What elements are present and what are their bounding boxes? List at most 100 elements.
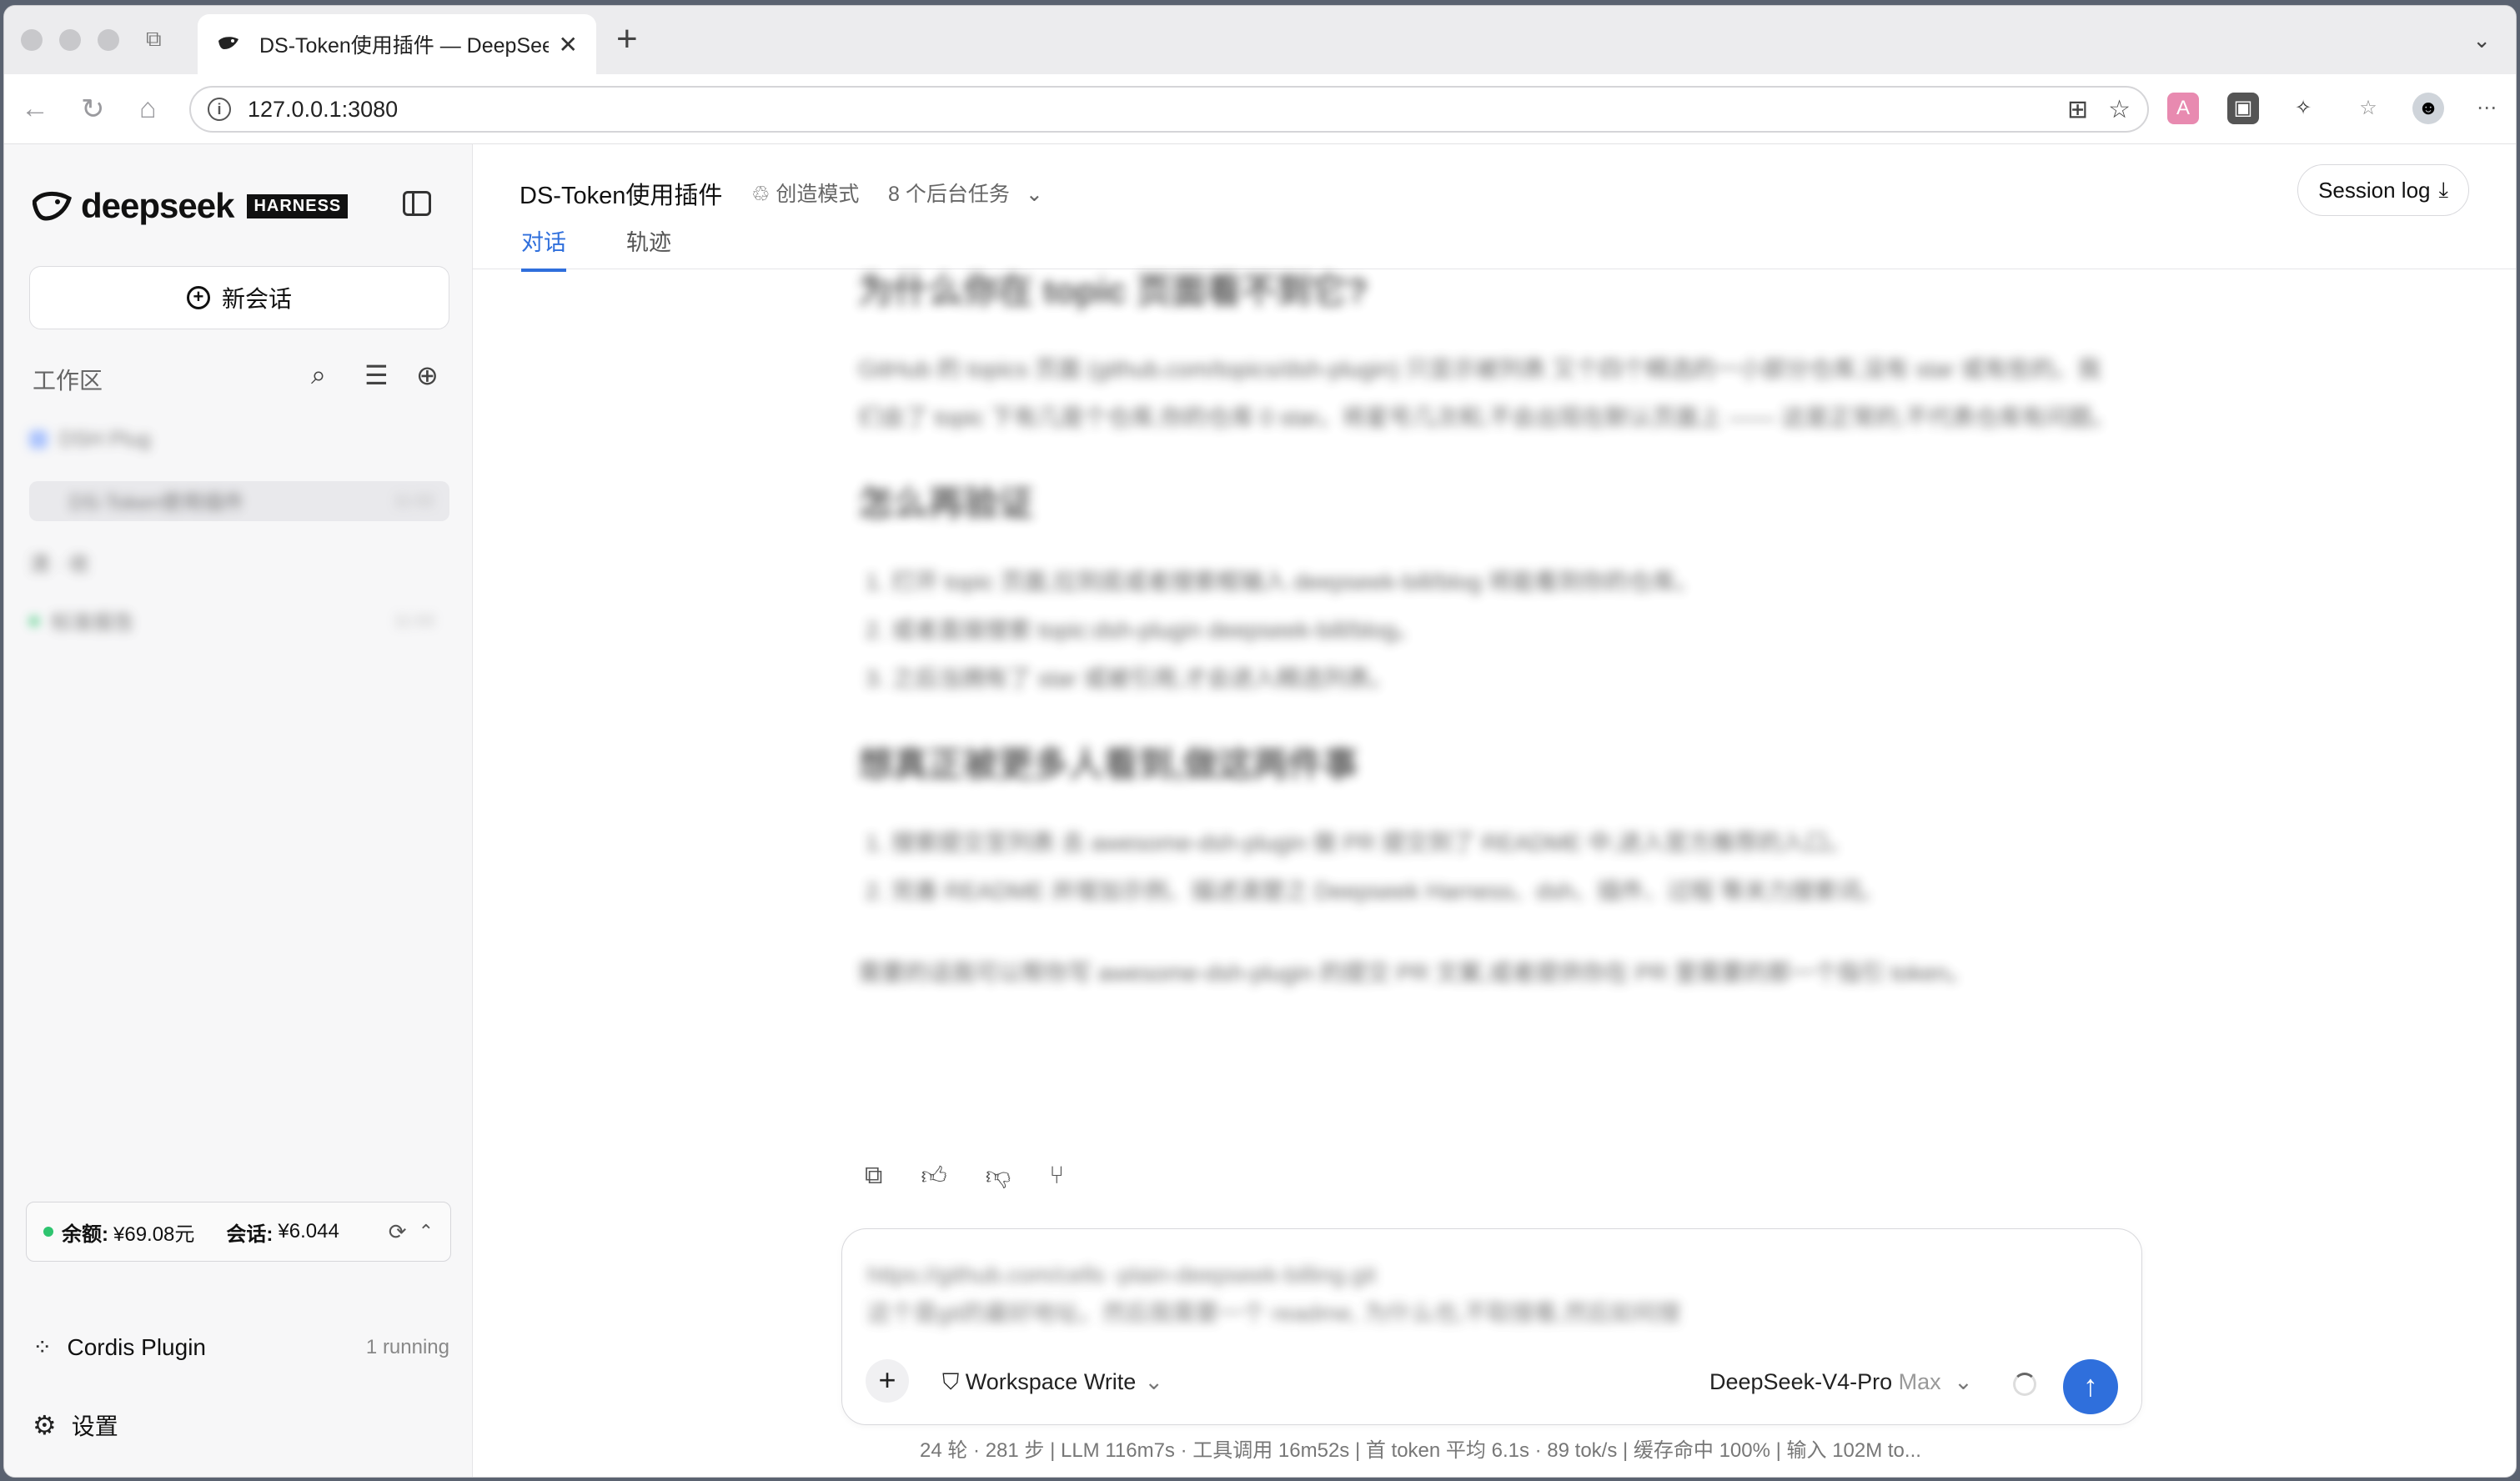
message-heading: 想真正被更多人看到,做这两件事 bbox=[858, 745, 1358, 784]
status-dot bbox=[43, 1227, 53, 1237]
new-chat-button[interactable]: + 新会话 bbox=[29, 266, 449, 329]
shield-icon: ⛉ bbox=[942, 1369, 966, 1394]
balance-label: 余额: bbox=[62, 1222, 108, 1246]
page-title: DS-Token使用插件 bbox=[520, 183, 723, 209]
close-tab-icon[interactable]: ✕ bbox=[559, 31, 578, 58]
tab-list-chevron-icon[interactable]: ⌄ bbox=[2472, 28, 2491, 53]
browser-tab[interactable]: DS-Token使用插件 — DeepSeek ✕ bbox=[198, 14, 596, 74]
model-selector[interactable]: DeepSeek-V4-Pro Max ⌄ bbox=[1709, 1369, 1973, 1395]
plugin-name: Cordis Plugin bbox=[67, 1333, 206, 1360]
search-icon[interactable]: ⌕ bbox=[311, 359, 326, 391]
plugin-icon: ⁘ bbox=[33, 1334, 53, 1360]
attach-button[interactable]: + bbox=[866, 1359, 909, 1403]
plugin-item[interactable]: ⁘ Cordis Plugin 1 running bbox=[33, 1333, 449, 1361]
copy-icon[interactable]: ⧉ bbox=[865, 1162, 882, 1192]
conversation-header: DS-Token使用插件 ♲ 创造模式 8 个后台任务 ⌄ Session lo… bbox=[473, 144, 2516, 272]
close-window-button[interactable] bbox=[21, 29, 43, 51]
list-item: 搜索提交至列表 去 awesome-dsh-plugin 做 PR 提交到了 R… bbox=[891, 819, 2117, 867]
workspace-item-label: 标准报告 bbox=[51, 611, 135, 635]
minimize-window-button[interactable] bbox=[59, 29, 81, 51]
balance-value: ¥69.08元 bbox=[113, 1222, 195, 1246]
session-log-label: Session log bbox=[2318, 177, 2431, 203]
workspace-item-label: DS-Token使用插件 bbox=[69, 491, 244, 515]
composer-input[interactable]: https://github.com/cells -plain-deepseek… bbox=[867, 1256, 1680, 1333]
workspace-item-label: 清 · 收 bbox=[29, 553, 90, 576]
composer[interactable]: https://github.com/cells -plain-deepseek… bbox=[841, 1228, 2142, 1425]
chevron-down-icon: ⌄ bbox=[1954, 1369, 1973, 1394]
browser-toolbar: ← ↻ ⌂ i 127.0.0.1:3080 ⊞ ☆ A ▣ ✧ ☆ ☻ ⋯ bbox=[4, 74, 2516, 144]
refresh-icon[interactable]: ⟳ bbox=[389, 1219, 407, 1245]
more-menu-icon[interactable]: ⋯ bbox=[2471, 93, 2502, 124]
back-icon[interactable]: ← bbox=[21, 93, 49, 125]
workspace-item-time: 11:02 bbox=[394, 491, 434, 510]
workspace-label: 工作区 bbox=[33, 368, 103, 394]
translate-extension-icon[interactable]: A bbox=[2167, 93, 2199, 124]
workspace-item-time: 11:03 bbox=[394, 611, 434, 630]
bookmark-star-icon[interactable]: ☆ bbox=[2108, 95, 2131, 124]
filter-icon[interactable]: ☰ bbox=[364, 359, 389, 391]
deepseek-favicon-icon bbox=[218, 37, 238, 49]
brand-logo: deepseek HARNESS bbox=[33, 186, 349, 226]
window-controls bbox=[21, 29, 119, 51]
message-paragraph: GitHub 的 topics 页面 (github.com/topics/ds… bbox=[858, 356, 2116, 430]
workspace-item[interactable]: DSH Plug bbox=[29, 419, 151, 459]
recycle-icon: ♲ bbox=[751, 183, 776, 206]
permission-selector[interactable]: ⛉ Workspace Write ⌄ bbox=[942, 1369, 1163, 1396]
tab-trace[interactable]: 轨迹 bbox=[626, 224, 671, 269]
maximize-window-button[interactable] bbox=[98, 29, 119, 51]
tab-group-icon[interactable]: ⧉ bbox=[146, 26, 174, 54]
mode-indicator[interactable]: ♲ 创造模式 bbox=[751, 178, 859, 208]
workspace-item-label: DSH Plug bbox=[59, 427, 151, 451]
new-tab-button[interactable]: + bbox=[616, 21, 638, 58]
tab-strip: ⧉ DS-Token使用插件 — DeepSeek ✕ + ⌄ bbox=[4, 6, 2516, 74]
puzzle-extensions-icon[interactable]: ✧ bbox=[2287, 93, 2319, 124]
balance-panel[interactable]: 余额: ¥69.08元 会话: ¥6.044 ⟳ ⌃ bbox=[26, 1202, 451, 1262]
workspace-item[interactable]: 清 · 收 bbox=[29, 543, 89, 583]
tab-title: DS-Token使用插件 — DeepSeek bbox=[259, 34, 549, 58]
workspace-item-active[interactable]: DS-Token使用插件 11:02 bbox=[29, 481, 449, 521]
thumbs-up-icon[interactable]: 👍︎ bbox=[921, 1162, 946, 1192]
browser-window: ⧉ DS-Token使用插件 — DeepSeek ✕ + ⌄ ← ↻ ⌂ i … bbox=[3, 5, 2517, 1478]
deepseek-whale-icon bbox=[33, 192, 72, 221]
settings-label: 设置 bbox=[71, 1413, 118, 1439]
branch-icon[interactable]: ⑂ bbox=[1049, 1162, 1064, 1192]
main-panel: DS-Token使用插件 ♲ 创造模式 8 个后台任务 ⌄ Session lo… bbox=[473, 144, 2516, 1477]
home-icon[interactable]: ⌂ bbox=[139, 93, 157, 125]
list-item: 之后当拥有了 star 或被引用,才会进入精选列表。 bbox=[891, 655, 2117, 703]
permission-label: Workspace Write bbox=[965, 1369, 1137, 1394]
message-paragraph: 需要的话我可以帮你写 awesome-dsh-plugin 的提交 PR 文案,… bbox=[858, 960, 1971, 986]
list-item: 完善 README 并增加示例、描述清楚之 Deepseek Harness、d… bbox=[891, 867, 2117, 916]
new-folder-icon[interactable]: ⊕ bbox=[416, 359, 439, 391]
chevron-up-icon[interactable]: ⌃ bbox=[419, 1221, 434, 1243]
thumbs-down-icon[interactable]: 👎︎ bbox=[986, 1162, 1011, 1192]
run-stats: 24 轮 · 281 步 | LLM 116m7s · 工具调用 16m52s … bbox=[920, 1439, 1921, 1462]
message-list: 搜索提交至列表 去 awesome-dsh-plugin 做 PR 提交到了 R… bbox=[858, 819, 2117, 916]
url-text: 127.0.0.1:3080 bbox=[248, 96, 399, 122]
profile-avatar-icon[interactable]: ☻ bbox=[2412, 93, 2444, 124]
send-button[interactable]: ↑ bbox=[2063, 1359, 2118, 1414]
draft-line: 这个是git的最好地址。然后我需要一个 readme, 为什么也,不取搜看,然后… bbox=[867, 1300, 1681, 1326]
chevron-down-icon: ⌄ bbox=[1025, 183, 1043, 206]
favorites-icon[interactable]: ☆ bbox=[2352, 93, 2384, 124]
plus-circle-icon: + bbox=[186, 286, 210, 309]
address-bar[interactable]: i 127.0.0.1:3080 ⊞ ☆ bbox=[189, 86, 2149, 133]
site-info-icon[interactable]: i bbox=[208, 98, 231, 121]
session-log-button[interactable]: Session log ⤓ bbox=[2297, 164, 2469, 216]
background-tasks-dropdown[interactable]: 8 个后台任务 ⌄ bbox=[888, 178, 1043, 208]
download-icon: ⤓ bbox=[2438, 177, 2449, 202]
gear-icon: ⚙ bbox=[33, 1410, 57, 1440]
workspace-item[interactable]: 标准报告 11:03 bbox=[29, 601, 449, 641]
message-actions: ⧉ 👍︎ 👎︎ ⑂ bbox=[865, 1162, 1064, 1192]
message-heading: 为什么你在 topic 页面看不到它? bbox=[858, 271, 1368, 310]
tab-conversation[interactable]: 对话 bbox=[521, 224, 566, 272]
folder-icon bbox=[29, 430, 48, 449]
session-cost-label: 会话: bbox=[226, 1222, 274, 1246]
sidebar-toggle-icon[interactable] bbox=[403, 191, 431, 216]
status-dot bbox=[29, 616, 39, 626]
app-grid-icon[interactable]: ⊞ bbox=[2067, 95, 2088, 124]
message-heading: 怎么再验证 bbox=[858, 484, 1034, 523]
reload-icon[interactable]: ↻ bbox=[81, 93, 105, 126]
settings-item[interactable]: ⚙ 设置 bbox=[33, 1408, 118, 1442]
new-chat-label: 新会话 bbox=[221, 286, 292, 312]
extension-icon[interactable]: ▣ bbox=[2227, 93, 2259, 124]
